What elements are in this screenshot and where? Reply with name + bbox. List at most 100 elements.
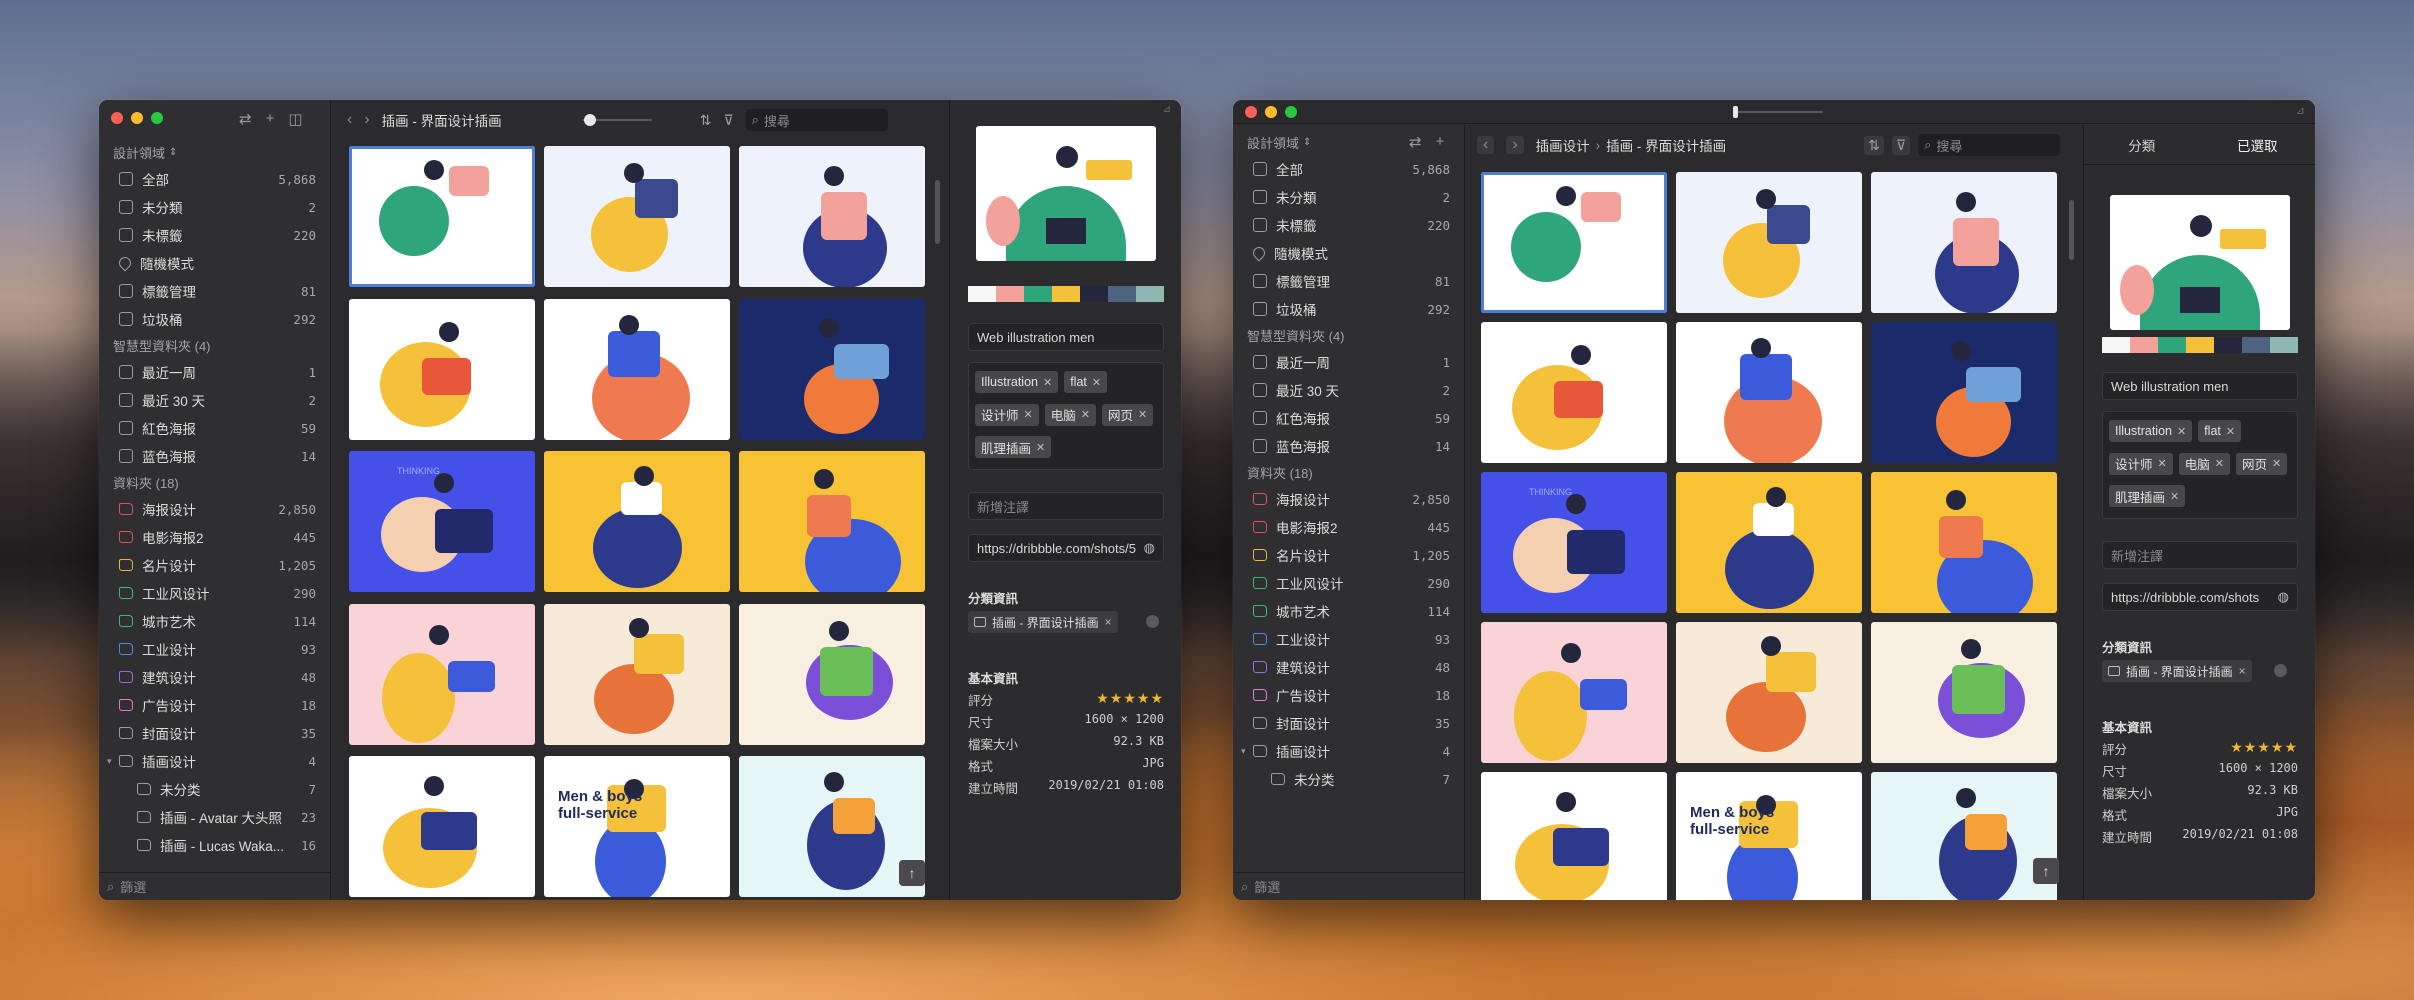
thumbnail[interactable] xyxy=(544,603,730,745)
tag-chip[interactable]: 电脑 ✕ xyxy=(2178,452,2230,475)
sidebar-item[interactable]: 隨機模式 xyxy=(1233,239,1464,267)
sidebar-filter[interactable]: ⌕ 篩選 xyxy=(99,872,330,900)
thumbnail[interactable] xyxy=(739,603,925,745)
rating-stars[interactable]: ★★★★★ xyxy=(1096,690,1164,709)
add-category-icon[interactable] xyxy=(2274,664,2287,677)
palette-swatch[interactable] xyxy=(2158,337,2186,353)
thumbnail[interactable] xyxy=(1676,172,1862,313)
url-field[interactable]: https://dribbble.com/shots ◍ xyxy=(2102,583,2298,611)
search-input[interactable]: 搜尋 xyxy=(1936,136,1962,155)
color-palette[interactable] xyxy=(968,286,1164,302)
note-field[interactable]: 新增注譯 xyxy=(968,492,1164,520)
remove-tag-icon[interactable]: ✕ xyxy=(2158,457,2167,470)
remove-category-icon[interactable]: × xyxy=(1105,615,1112,629)
name-field[interactable]: Web illustration men xyxy=(2102,372,2298,400)
palette-swatch[interactable] xyxy=(968,286,996,302)
close-window-button[interactable] xyxy=(111,112,123,124)
tag-chip[interactable]: 网页 ✕ xyxy=(2235,452,2288,475)
sidebar-item[interactable]: 未分類 2 xyxy=(1233,183,1464,211)
palette-swatch[interactable] xyxy=(1024,286,1052,302)
thumbnail[interactable] xyxy=(349,298,535,440)
preview-image[interactable] xyxy=(976,126,1156,261)
thumbnail[interactable] xyxy=(739,298,925,440)
close-window-button[interactable] xyxy=(1245,106,1257,118)
smart-folder-item[interactable]: 最近一周 1 xyxy=(99,358,330,386)
filter-icon[interactable]: ⊽ xyxy=(1891,135,1911,155)
thumbnail[interactable] xyxy=(1871,772,2057,900)
folder-item[interactable]: 电影海报2 445 xyxy=(1233,513,1464,541)
palette-swatch[interactable] xyxy=(2270,337,2298,353)
tag-chip[interactable]: flat ✕ xyxy=(2198,420,2242,442)
disclosure-caret-icon[interactable]: ▾ xyxy=(107,756,115,767)
thumbnail[interactable] xyxy=(1481,172,1667,313)
minimize-window-button[interactable] xyxy=(1265,106,1277,118)
folder-item[interactable]: 工业设计 93 xyxy=(1233,625,1464,653)
grid-scrollbar[interactable] xyxy=(2069,200,2074,260)
library-selector[interactable]: 設計領域 ⇕ xyxy=(99,140,330,165)
smart-folder-item[interactable]: 蓝色海报 14 xyxy=(99,442,330,470)
sidebar-item[interactable]: 未標籤 220 xyxy=(1233,211,1464,239)
sidebar-item[interactable]: 標籤管理 81 xyxy=(1233,267,1464,295)
folder-item[interactable]: 城市艺术 114 xyxy=(1233,597,1464,625)
sidebar-toggle-icon[interactable]: ◫ xyxy=(288,110,302,128)
tag-chip[interactable]: 设计师 ✕ xyxy=(975,403,1039,426)
thumbnail[interactable] xyxy=(544,146,730,287)
disclosure-caret-icon[interactable]: ▾ xyxy=(1241,746,1249,757)
globe-icon[interactable]: ◍ xyxy=(2278,589,2289,605)
subfolder-item[interactable]: 未分类 7 xyxy=(1233,765,1464,793)
palette-swatch[interactable] xyxy=(2214,337,2242,353)
remove-tag-icon[interactable]: ✕ xyxy=(2177,425,2186,438)
pin-icon[interactable]: ⊿ xyxy=(1163,104,1171,115)
palette-swatch[interactable] xyxy=(2102,337,2130,353)
subfolder-item[interactable]: 插画 - Lucas Waka... 16 xyxy=(99,831,330,859)
smart-folder-item[interactable]: 紅色海报 59 xyxy=(1233,404,1464,432)
filter-input[interactable]: 篩選 xyxy=(120,877,146,896)
tab-category[interactable]: 分類 xyxy=(2084,125,2200,164)
back-arrow-icon[interactable]: ‹ xyxy=(347,111,352,129)
thumbnail[interactable] xyxy=(1871,322,2057,463)
thumbnail[interactable]: THINKING xyxy=(1481,472,1667,613)
smart-folder-item[interactable]: 最近 30 天 2 xyxy=(99,386,330,414)
sidebar-item[interactable]: 垃圾桶 292 xyxy=(1233,295,1464,323)
thumbnail[interactable] xyxy=(739,756,925,898)
thumbnail[interactable] xyxy=(1676,622,1862,763)
grid-scrollbar[interactable] xyxy=(935,180,940,244)
remove-tag-icon[interactable]: ✕ xyxy=(1081,408,1090,421)
remove-tag-icon[interactable]: ✕ xyxy=(2170,490,2179,503)
thumbnail-size-slider[interactable] xyxy=(1733,106,1823,118)
folder-item[interactable]: 封面设计 35 xyxy=(1233,709,1464,737)
folder-item[interactable]: 名片设计 1,205 xyxy=(1233,541,1464,569)
sidebar-item[interactable]: 全部 5,868 xyxy=(99,165,330,193)
palette-swatch[interactable] xyxy=(2242,337,2270,353)
sidebar-filter[interactable]: ⌕ 篩選 xyxy=(1233,872,1464,900)
folder-item[interactable]: 建筑设计 48 xyxy=(99,663,330,691)
color-palette[interactable] xyxy=(2102,337,2298,353)
thumbnail[interactable] xyxy=(349,146,535,287)
remove-tag-icon[interactable]: ✕ xyxy=(1138,408,1147,421)
palette-swatch[interactable] xyxy=(1080,286,1108,302)
thumbnail[interactable] xyxy=(1481,772,1667,900)
swap-icon[interactable]: ⇄ xyxy=(239,110,252,128)
palette-swatch[interactable] xyxy=(2186,337,2214,353)
folder-item[interactable]: 海报设计 2,850 xyxy=(1233,485,1464,513)
zoom-window-button[interactable] xyxy=(1285,106,1297,118)
sort-icon[interactable]: ⇅ xyxy=(1864,135,1884,155)
thumbnail[interactable]: Men & boys full-service xyxy=(544,756,730,898)
folder-item[interactable]: 电影海报2 445 xyxy=(99,523,330,551)
thumbnail[interactable] xyxy=(544,451,730,593)
subfolder-item[interactable]: 未分类 7 xyxy=(99,775,330,803)
tab-selected[interactable]: 已選取 xyxy=(2200,125,2316,164)
name-field[interactable]: Web illustration men xyxy=(968,323,1164,351)
category-chip[interactable]: 插画 - 界面设计插画 × xyxy=(968,611,1118,633)
remove-tag-icon[interactable]: ✕ xyxy=(1092,376,1101,389)
tag-chip[interactable]: 设计师 ✕ xyxy=(2109,452,2173,475)
folder-item[interactable]: 工业风设计 290 xyxy=(99,579,330,607)
add-icon[interactable]: + xyxy=(266,110,275,128)
remove-tag-icon[interactable]: ✕ xyxy=(2272,457,2281,470)
scroll-to-top-button[interactable]: ↑ xyxy=(2033,858,2059,884)
filter-input[interactable]: 篩選 xyxy=(1254,877,1280,896)
folder-item[interactable]: 工业设计 93 xyxy=(99,635,330,663)
back-arrow-icon[interactable]: ‹ xyxy=(1477,136,1495,154)
tag-chip[interactable]: 网页 ✕ xyxy=(1101,403,1154,426)
search-input[interactable]: 搜尋 xyxy=(764,111,790,130)
